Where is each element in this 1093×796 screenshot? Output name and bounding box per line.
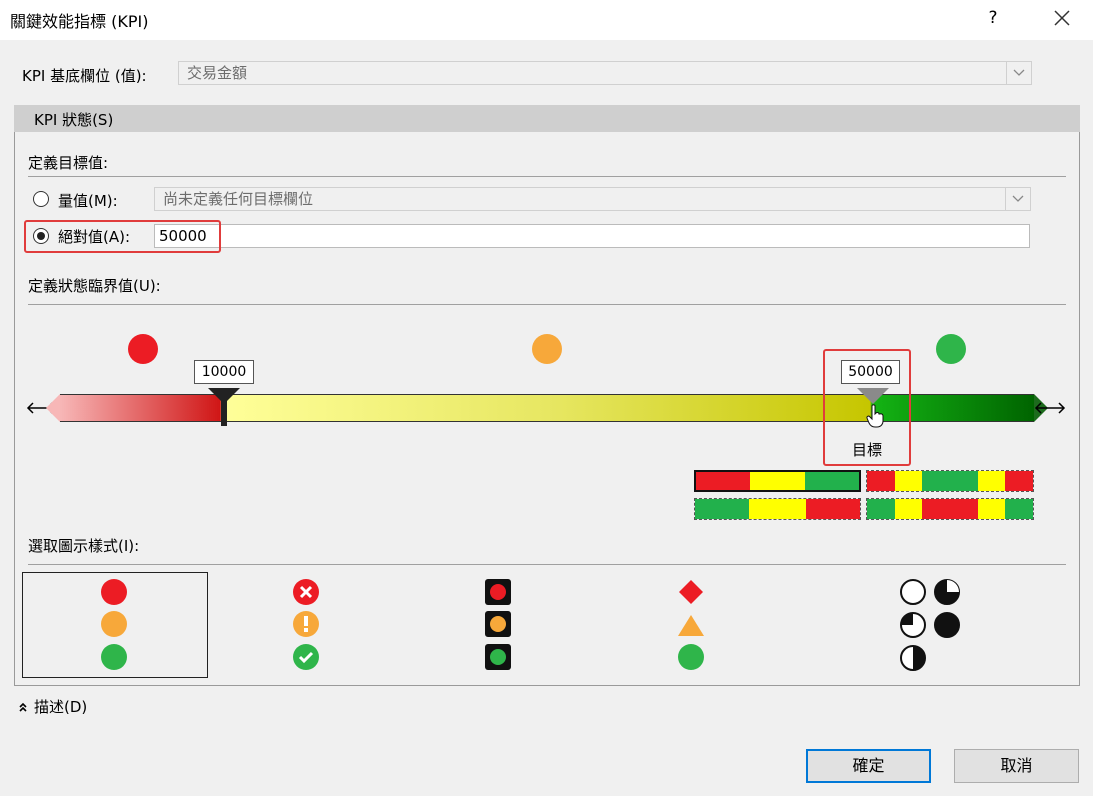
base-field-label: KPI 基底欄位 (值): [22,67,147,85]
check-icon [293,644,319,670]
color-scheme-green-to-red[interactable] [694,498,861,520]
red-light-icon [485,579,511,605]
full-pie-icon [934,612,960,638]
color-scheme-red-center-green[interactable] [866,470,1034,492]
strip-segment [895,499,922,519]
strip-segment [895,471,922,491]
warning-icon [293,611,319,637]
title-bar [0,0,1093,40]
strip-segment [696,472,750,490]
low-threshold-slider[interactable] [206,388,242,432]
threshold-label: 定義狀態臨界值(U): [28,277,161,295]
status-orange-indicator [532,334,562,364]
chevron-down-icon [1013,69,1025,76]
window-title: 關鍵效能指標 (KPI) [10,12,149,31]
strip-segment [978,471,1005,491]
base-field-combo[interactable]: 交易金額 [178,61,1032,85]
description-label: 描述(D) [34,698,88,716]
cancel-button[interactable]: 取消 [954,749,1079,783]
strip-segment [695,499,750,519]
kpi-status-header: KPI 狀態(S) [14,105,1080,132]
strip-segment [867,471,896,491]
strip-segment [749,499,806,519]
divider [28,304,1066,305]
measure-radio[interactable] [33,191,49,207]
divider [28,564,1066,565]
double-chevron-up-icon [19,702,27,712]
red-diamond-icon [679,580,703,604]
color-scheme-red-to-green[interactable] [694,470,861,492]
strip-segment [867,499,896,519]
measure-dropdown[interactable] [1005,188,1030,210]
help-button[interactable]: ? [981,4,1005,32]
orange-light-icon [485,611,511,637]
color-scheme-green-center-red[interactable] [866,498,1034,520]
strip-segment [1004,471,1033,491]
base-field-value: 交易金額 [187,64,248,82]
half-pie-icon [900,645,926,671]
close-button[interactable] [1048,4,1076,32]
icon-style-option-squares[interactable] [484,578,512,672]
low-threshold-callout: 10000 [194,360,254,384]
measure-combo[interactable]: 尚未定義任何目標欄位 [154,187,1031,211]
gradient-left-cap [46,394,60,422]
strip-segment [1004,499,1033,519]
error-icon [293,579,319,605]
ok-button[interactable]: 確定 [806,749,931,783]
strip-segment [805,499,860,519]
double-arrow-icon [1034,402,1066,414]
base-field-dropdown[interactable] [1006,62,1031,84]
measure-combo-value: 尚未定義任何目標欄位 [163,190,314,208]
icon-style-option-symbols[interactable] [292,578,320,672]
strip-segment [921,499,979,519]
green-circle-icon [101,644,127,670]
define-target-label: 定義目標值: [28,154,109,172]
close-icon [1054,10,1070,26]
orange-triangle-icon [678,615,704,636]
strip-segment [978,499,1005,519]
three-quarter-pie-icon [900,612,926,638]
range-right-arrow[interactable] [1034,400,1066,420]
status-green-indicator [936,334,966,364]
status-red-indicator [128,334,158,364]
strip-segment [805,472,859,490]
red-circle-icon [101,579,127,605]
empty-pie-icon [900,579,926,605]
chevron-down-icon [1012,195,1024,202]
icon-style-label: 選取圖示樣式(I): [28,537,140,555]
divider [28,176,1066,177]
strip-segment [921,471,979,491]
quarter-pie-icon [934,579,960,605]
target-highlight-box [823,349,911,466]
slider-thumb-icon [208,388,240,426]
highlight-box [24,220,221,253]
orange-circle-icon [101,611,127,637]
kpi-status-title: KPI 狀態(S) [34,111,114,129]
icon-style-option-shapes[interactable] [676,578,706,672]
measure-option-label: 量值(M): [58,192,118,210]
green-light-icon [485,644,511,670]
icon-style-option-pies[interactable] [898,577,964,673]
strip-segment [749,472,806,490]
green-circle-icon [678,644,704,670]
absolute-value-input[interactable]: 50000 [154,224,1030,248]
